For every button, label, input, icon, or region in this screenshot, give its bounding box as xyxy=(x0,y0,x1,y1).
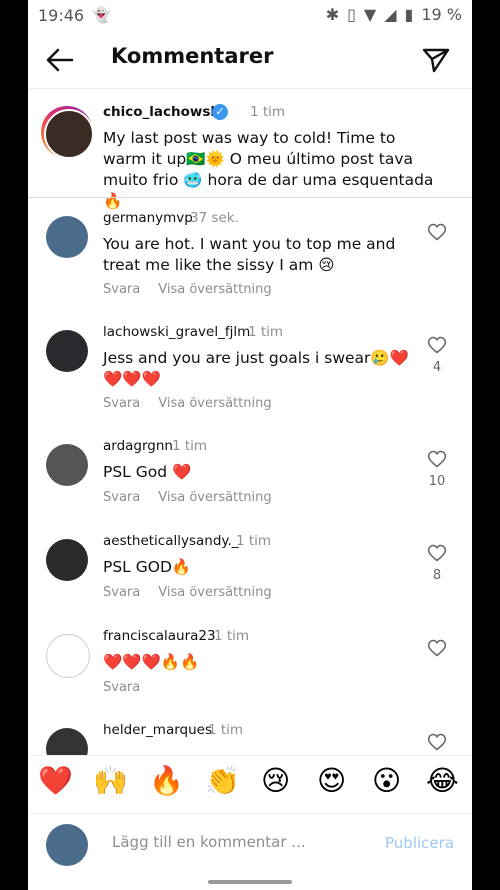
avatar[interactable] xyxy=(46,539,88,581)
avatar[interactable] xyxy=(44,109,94,159)
snapchat-icon: 👻 xyxy=(92,6,111,24)
comment-actions: Svara xyxy=(103,680,140,695)
publish-button[interactable]: Publicera xyxy=(385,834,454,852)
comment-username[interactable]: ardagrgnn xyxy=(103,438,173,454)
comments-screen: 19:46 👻 ✱ ▯ ▼ ◢ ▮ 19 % Kommentarer chico… xyxy=(28,0,472,890)
header: Kommentarer xyxy=(28,32,472,89)
page-title: Kommentarer xyxy=(111,44,274,68)
reply-button[interactable]: Svara xyxy=(103,490,140,505)
reply-button[interactable]: Svara xyxy=(103,396,140,411)
comment-actions: Svara Visa översättning xyxy=(103,396,272,411)
reaction-fire[interactable]: 🔥 xyxy=(149,764,184,797)
reply-button[interactable]: Svara xyxy=(103,680,140,695)
comment-text: PSL GOD🔥 xyxy=(103,558,192,576)
comment-time: 1 tim xyxy=(214,628,250,644)
translate-button[interactable]: Visa översättning xyxy=(158,282,271,297)
translate-button[interactable]: Visa översättning xyxy=(158,585,271,600)
reply-button[interactable]: Svara xyxy=(103,585,140,600)
reply-button[interactable]: Svara xyxy=(103,282,140,297)
paper-plane-icon[interactable] xyxy=(422,46,450,74)
avatar[interactable] xyxy=(46,444,88,486)
reaction-clap[interactable]: 👏 xyxy=(205,764,240,797)
reaction-raised-hands[interactable]: 🙌 xyxy=(93,764,128,797)
bluetooth-icon: ✱ xyxy=(325,5,340,24)
reaction-heart[interactable]: ❤️ xyxy=(38,764,73,797)
reaction-crying[interactable]: 😢 xyxy=(261,764,290,797)
heart-outline-icon[interactable] xyxy=(427,638,447,658)
reaction-surprised[interactable]: 😮 xyxy=(372,764,401,797)
comment-actions: Svara Visa översättning xyxy=(103,282,272,297)
vibrate-icon: ▯ xyxy=(347,5,356,24)
comment-text: PSL God ❤️ xyxy=(103,463,192,481)
comment-username[interactable]: aestheticallysandy._ xyxy=(103,533,239,549)
status-bar: 19:46 👻 ✱ ▯ ▼ ◢ ▮ 19 % xyxy=(28,0,472,32)
comment-time: 1 tim xyxy=(172,438,208,454)
comment-text: Jess and you are just goals i swear🥲❤️❤️… xyxy=(103,349,410,388)
comment-username[interactable]: helder_marques xyxy=(103,722,212,738)
heart-outline-icon[interactable] xyxy=(427,732,447,752)
comment-username[interactable]: franciscalaura23 xyxy=(103,628,216,644)
comment-username[interactable]: germanymvp xyxy=(103,210,193,226)
own-avatar xyxy=(46,824,88,866)
heart-outline-icon[interactable] xyxy=(427,335,447,355)
heart-outline-icon[interactable] xyxy=(427,222,447,242)
comment-composer: Publicera xyxy=(28,813,472,876)
arrow-left-icon[interactable] xyxy=(44,46,76,74)
status-time: 19:46 xyxy=(38,6,85,25)
caption-username[interactable]: chico_lachowski xyxy=(103,104,224,120)
heart-outline-icon[interactable] xyxy=(427,449,447,469)
like-count: 4 xyxy=(432,360,442,375)
avatar[interactable] xyxy=(46,216,88,258)
battery-icon: ▮ xyxy=(404,5,414,24)
heart-outline-icon[interactable] xyxy=(427,543,447,563)
like-count: 10 xyxy=(428,474,446,489)
like-count: 8 xyxy=(432,568,442,583)
comment-time: 1 tim xyxy=(236,533,272,549)
comment-actions: Svara Visa översättning xyxy=(103,490,272,505)
reaction-laughing[interactable]: 😂 xyxy=(426,764,459,797)
caption-text: My last post was way to cold! Time to wa… xyxy=(103,129,434,210)
reaction-heart-eyes[interactable]: 😍 xyxy=(317,764,346,797)
verified-icon: ✓ xyxy=(212,104,228,120)
wifi-icon: ▼ xyxy=(363,5,377,24)
divider xyxy=(28,197,472,198)
comment-text: ❤️❤️❤️🔥🔥 xyxy=(103,653,200,671)
translate-button[interactable]: Visa översättning xyxy=(158,490,271,505)
comment-time: 1 tim xyxy=(208,722,244,738)
comment-text: You are hot. I want you to top me and tr… xyxy=(103,235,396,274)
battery-text: 19 % xyxy=(421,5,462,24)
home-indicator[interactable] xyxy=(208,880,292,884)
status-icons: ✱ ▯ ▼ ◢ ▮ 19 % xyxy=(326,5,462,24)
quick-reactions-bar: ❤️ 🙌 🔥 👏 😢 😍 😮 😂 xyxy=(28,755,472,814)
comment-input[interactable] xyxy=(110,832,354,852)
comment-actions: Svara Visa översättning xyxy=(103,585,272,600)
signal-icon: ◢ xyxy=(384,5,397,24)
caption-time: 1 tim xyxy=(250,104,286,120)
comment-time: 37 sek. xyxy=(190,210,239,226)
avatar[interactable] xyxy=(46,634,90,678)
translate-button[interactable]: Visa översättning xyxy=(158,396,271,411)
avatar[interactable] xyxy=(46,330,88,372)
comment-username[interactable]: lachowski_gravel_fjlm xyxy=(103,324,250,340)
comment-time: 1 tim xyxy=(248,324,284,340)
